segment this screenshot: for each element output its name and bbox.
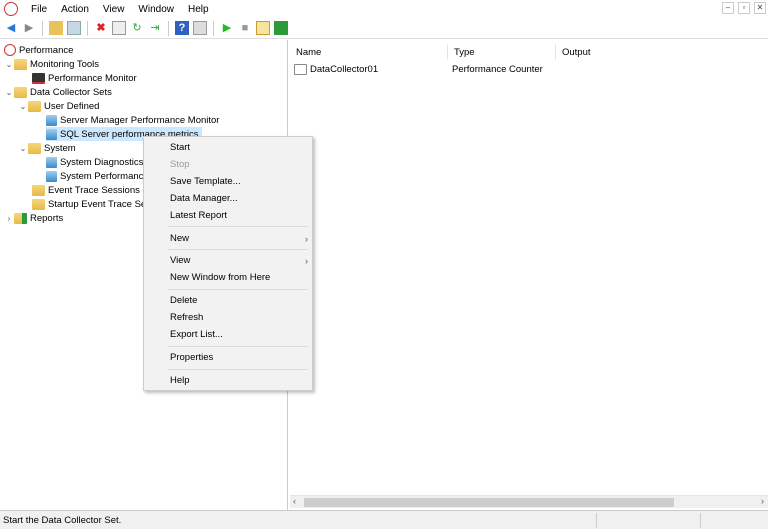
tree-item-performance[interactable]: Performance <box>4 43 73 57</box>
tree-item-user-defined[interactable]: ⌄ User Defined <box>18 99 99 113</box>
menu-bar: File Action View Window Help – ▫ ✕ <box>0 0 768 18</box>
menu-help[interactable]: Help <box>181 4 216 15</box>
scroll-left-icon[interactable]: ‹ <box>293 496 296 506</box>
submenu-arrow-icon: › <box>305 255 308 266</box>
show-hide-tree-icon[interactable] <box>67 21 81 35</box>
up-folder-icon[interactable] <box>49 21 63 35</box>
column-header-output[interactable]: Output <box>556 44 706 60</box>
close-button[interactable]: ✕ <box>754 2 766 14</box>
tree-item-event-trace[interactable]: Event Trace Sessions <box>32 183 140 197</box>
tree-item-data-collector-sets[interactable]: ⌄ Data Collector Sets <box>4 85 112 99</box>
menu-item-help[interactable]: Help <box>170 373 308 388</box>
menu-item-delete[interactable]: Delete <box>170 293 308 308</box>
menu-item-view[interactable]: View › <box>170 253 308 268</box>
menu-item-stop: Stop <box>170 159 190 170</box>
menu-item-save-template[interactable]: Save Template... <box>170 174 308 189</box>
trace-folder-icon <box>32 198 45 210</box>
tree-item-system-diagnostics[interactable]: System Diagnostics <box>46 155 143 169</box>
tree-item-performance-monitor[interactable]: Performance Monitor <box>32 71 137 85</box>
system-folder-icon <box>28 142 41 154</box>
counter-icon <box>294 63 307 75</box>
menu-file[interactable]: File <box>24 4 54 15</box>
chevron-down-icon[interactable]: ⌄ <box>4 60 14 69</box>
app-icon <box>4 2 18 16</box>
tree-item-system[interactable]: ⌄ System <box>18 141 76 155</box>
toolbar: ◀ ▶ ✖ ↻ ⇥ ? ▶ ■ <box>0 18 768 39</box>
collector-set-icon <box>46 114 57 126</box>
menu-item-properties[interactable]: Properties <box>170 350 308 365</box>
back-icon[interactable]: ◀ <box>4 21 18 35</box>
console-icon[interactable] <box>193 21 207 35</box>
reports-folder-icon <box>14 212 27 224</box>
chevron-down-icon[interactable]: ⌄ <box>4 88 14 97</box>
chevron-right-icon[interactable]: › <box>4 214 14 223</box>
help-icon[interactable]: ? <box>175 21 189 35</box>
menu-window[interactable]: Window <box>131 4 181 15</box>
submenu-arrow-icon: › <box>305 233 308 244</box>
folder-icon <box>14 86 27 98</box>
folder-icon <box>14 58 27 70</box>
new-icon[interactable] <box>256 21 270 35</box>
forward-icon[interactable]: ▶ <box>22 21 36 35</box>
list-row[interactable]: DataCollector01 Performance Counter <box>294 62 543 76</box>
collector-set-icon <box>46 170 57 182</box>
start-icon[interactable]: ▶ <box>220 21 234 35</box>
menu-item-data-manager[interactable]: Data Manager... <box>170 191 308 206</box>
refresh-icon[interactable]: ↻ <box>130 21 144 35</box>
menu-item-refresh[interactable]: Refresh <box>170 310 308 325</box>
menu-action[interactable]: Action <box>54 4 96 15</box>
menu-item-new[interactable]: New › <box>170 231 308 246</box>
tree-item-monitoring-tools[interactable]: ⌄ Monitoring Tools <box>4 57 99 71</box>
restore-button[interactable]: ▫ <box>738 2 750 14</box>
menu-item-start[interactable]: Start <box>170 140 308 155</box>
performance-icon <box>4 44 16 56</box>
scrollbar-thumb[interactable] <box>304 498 674 507</box>
chevron-down-icon[interactable]: ⌄ <box>18 144 28 153</box>
export-icon[interactable]: ⇥ <box>148 21 162 35</box>
chevron-down-icon[interactable]: ⌄ <box>18 102 28 111</box>
monitor-icon <box>32 72 45 84</box>
menu-view[interactable]: View <box>96 4 132 15</box>
tree-item-server-manager[interactable]: Server Manager Performance Monitor <box>46 113 219 127</box>
user-folder-icon <box>28 100 41 112</box>
minimize-button[interactable]: – <box>722 2 734 14</box>
collector-set-icon <box>46 128 57 140</box>
menu-item-latest-report[interactable]: Latest Report <box>170 208 308 223</box>
column-header-type[interactable]: Type <box>448 44 556 60</box>
details-pane: Name Type Output DataCollector01 Perform… <box>290 40 768 510</box>
status-bar: Start the Data Collector Set. <box>0 510 768 529</box>
properties-icon[interactable] <box>112 21 126 35</box>
delete-icon[interactable]: ✖ <box>94 21 108 35</box>
tree-item-system-performance[interactable]: System Performance <box>46 169 149 183</box>
collector-set-icon <box>46 156 57 168</box>
stop-icon[interactable]: ■ <box>238 21 252 35</box>
menu-item-export-list[interactable]: Export List... <box>170 327 308 342</box>
scroll-right-icon[interactable]: › <box>761 496 764 506</box>
menu-item-new-window[interactable]: New Window from Here <box>170 270 308 285</box>
horizontal-scrollbar[interactable]: ‹ › <box>290 495 768 508</box>
column-header-name[interactable]: Name <box>290 44 448 60</box>
trace-folder-icon <box>32 184 45 196</box>
tree-item-reports[interactable]: › Reports <box>4 211 63 225</box>
context-menu: Start Stop Save Template... Data Manager… <box>143 136 313 391</box>
status-text: Start the Data Collector Set. <box>3 514 122 526</box>
report-icon[interactable] <box>274 21 288 35</box>
